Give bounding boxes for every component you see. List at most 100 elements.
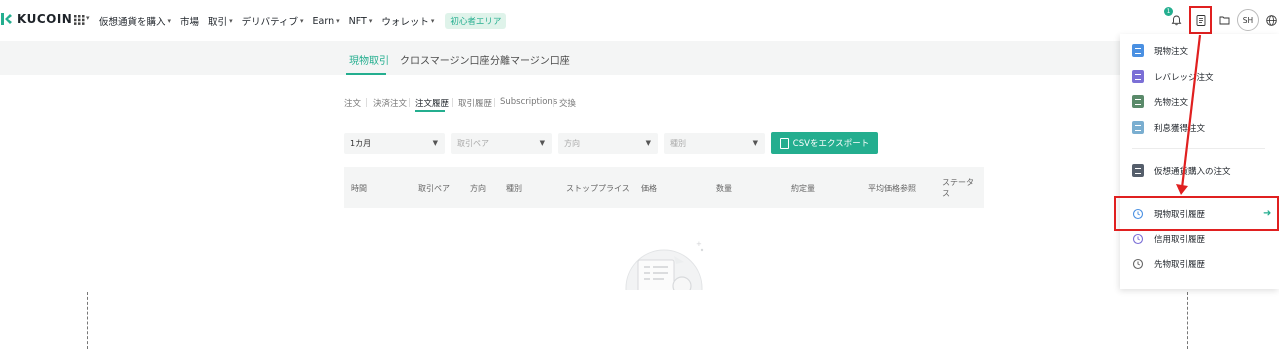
active-tab-indicator xyxy=(346,73,386,75)
nav-earn[interactable]: Earn ▾ xyxy=(313,16,340,27)
type-placeholder: 種別 xyxy=(670,139,686,148)
nav-buy-crypto[interactable]: 仮想通貨を購入 ▾ xyxy=(99,14,171,28)
column-header: ストッププライス xyxy=(566,184,630,193)
nav-label: 仮想通貨を購入 xyxy=(99,17,166,28)
empty-state-illustration: + xyxy=(625,240,704,290)
tab-divider xyxy=(452,98,453,107)
nav-label: 市場 xyxy=(180,17,200,28)
annotation-highlight-orders-icon xyxy=(1189,6,1212,34)
caret-down-icon: ▼ xyxy=(539,139,545,147)
nav-markets[interactable]: 市場 xyxy=(180,14,199,28)
apps-grid-icon[interactable] xyxy=(74,15,85,25)
menu-item-margin-orders[interactable]: レバレッジ注文 xyxy=(1132,70,1214,83)
futures-order-icon xyxy=(1132,95,1144,108)
column-header: 数量 xyxy=(716,184,732,193)
menu-item-label: 信用取引履歴 xyxy=(1154,235,1206,245)
menu-item-label: 先物取引履歴 xyxy=(1154,260,1206,270)
menu-item-buy-crypto-orders[interactable]: 仮想通貨購入の注文 xyxy=(1132,164,1231,177)
spot-order-icon xyxy=(1132,44,1144,57)
column-header: 方向 xyxy=(470,184,486,193)
menu-item-label: 現物注文 xyxy=(1154,46,1189,57)
chevron-down-icon: ▾ xyxy=(86,14,90,22)
bell-icon xyxy=(1171,15,1181,25)
tab-subscriptions[interactable]: Subscriptions xyxy=(500,97,557,107)
tab-trade-history[interactable]: 取引履歴 xyxy=(458,97,492,109)
tab-isolated-margin[interactable]: 分離マージン口座 xyxy=(490,52,570,67)
file-export-icon xyxy=(779,137,789,149)
orders-dropdown-menu: 現物注文 レバレッジ注文 先物注文 利息獲得注文 仮想通貨購入の注文 現物取引履… xyxy=(1120,34,1279,289)
nav-nft[interactable]: NFT ▾ xyxy=(349,16,373,27)
tab-spot-trading[interactable]: 現物取引 xyxy=(349,52,389,67)
trading-pair-select[interactable]: 取引ペア ▼ xyxy=(451,133,552,154)
column-header: 約定量 xyxy=(791,184,815,193)
active-tab-indicator xyxy=(415,110,445,112)
pair-placeholder: 取引ペア xyxy=(457,139,489,148)
orders-table-header: 時間 取引ペア 方向 種別 ストッププライス 価格 数量 約定量 平均価格参照 … xyxy=(344,167,984,208)
period-value: 1カ月 xyxy=(350,139,372,148)
tab-cross-margin[interactable]: クロスマージン口座 xyxy=(400,52,490,67)
menu-item-label: 利息獲得注文 xyxy=(1154,123,1206,134)
tab-divider xyxy=(409,98,410,107)
menu-divider xyxy=(1132,148,1265,149)
nav-derivatives[interactable]: デリバティブ ▾ xyxy=(242,14,304,28)
column-header: 取引ペア xyxy=(418,184,450,193)
menu-item-spot-orders[interactable]: 現物注文 xyxy=(1132,44,1188,57)
wallet-icon xyxy=(1219,16,1229,25)
menu-item-margin-history[interactable]: 信用取引履歴 xyxy=(1132,233,1205,245)
futures-history-clock-icon xyxy=(1132,258,1144,270)
period-select[interactable]: 1カ月 ▼ xyxy=(344,133,445,154)
kucoin-logo-icon xyxy=(1,13,12,25)
globe-icon xyxy=(1265,14,1277,26)
nav-label: 取引 xyxy=(208,17,228,28)
menu-item-futures-history[interactable]: 先物取引履歴 xyxy=(1132,258,1205,270)
assets-button[interactable] xyxy=(1213,9,1235,31)
column-header: 時間 xyxy=(351,184,367,193)
user-avatar[interactable]: SH xyxy=(1237,9,1259,31)
nav-wallet[interactable]: ウォレット ▾ xyxy=(381,14,434,28)
nav-label: ウォレット xyxy=(381,17,429,28)
export-csv-button[interactable]: CSVをエクスポート xyxy=(771,132,878,154)
notification-count-badge: 1 xyxy=(1164,7,1173,16)
type-select[interactable]: 種別 ▼ xyxy=(664,133,765,154)
language-button[interactable] xyxy=(1263,9,1279,31)
tab-order-history[interactable]: 注文履歴 xyxy=(415,97,449,109)
tab-orders[interactable]: 注文 xyxy=(344,97,361,109)
chevron-down-icon: ▾ xyxy=(167,17,172,25)
chevron-down-icon: ▾ xyxy=(336,17,340,25)
tab-divider xyxy=(366,98,367,107)
top-navbar: KUCOIN ▾ 仮想通貨を購入 ▾ 市場 取引 ▾ デリバティブ ▾ Earn ▾ N… xyxy=(0,0,1279,40)
tab-divider xyxy=(494,98,495,107)
nav-label: Earn xyxy=(312,15,335,27)
caret-down-icon: ▼ xyxy=(645,139,651,147)
kucoin-logo[interactable]: KUCOIN xyxy=(0,12,72,26)
page-divider-line xyxy=(1187,292,1188,349)
chevron-down-icon: ▾ xyxy=(368,17,373,25)
margin-history-clock-icon xyxy=(1132,233,1144,245)
buy-crypto-order-icon xyxy=(1132,164,1144,177)
caret-down-icon: ▼ xyxy=(752,139,758,147)
caret-down-icon: ▼ xyxy=(432,139,438,147)
tab-convert[interactable]: 交換 xyxy=(559,97,576,109)
side-placeholder: 方向 xyxy=(564,139,580,148)
beginner-zone-badge[interactable]: 初心者エリア xyxy=(445,13,507,29)
column-header: 平均価格参照 xyxy=(868,184,916,193)
column-header: ステータス xyxy=(942,178,974,198)
column-header: 価格 xyxy=(641,184,657,193)
brand-name: KUCOIN xyxy=(17,12,73,26)
menu-item-label: レバレッジ注文 xyxy=(1154,72,1214,83)
chevron-down-icon: ▾ xyxy=(430,17,435,25)
nav-trade[interactable]: 取引 ▾ xyxy=(208,14,233,28)
side-select[interactable]: 方向 ▼ xyxy=(558,133,658,154)
margin-order-icon xyxy=(1132,70,1144,83)
menu-item-futures-orders[interactable]: 先物注文 xyxy=(1132,95,1188,108)
main-nav: 仮想通貨を購入 ▾ 市場 取引 ▾ デリバティブ ▾ Earn ▾ NFT ▾ ウォレット… xyxy=(99,13,507,29)
export-csv-label: CSVをエクスポート xyxy=(792,139,870,149)
menu-item-label: 仮想通貨購入の注文 xyxy=(1154,166,1231,177)
tab-stop-orders[interactable]: 決済注文 xyxy=(373,97,407,109)
menu-item-earn-orders[interactable]: 利息獲得注文 xyxy=(1132,121,1205,134)
chevron-down-icon: ▾ xyxy=(229,17,233,25)
earn-order-icon xyxy=(1132,121,1144,134)
page-divider-line xyxy=(87,292,88,349)
svg-text:+: + xyxy=(696,240,702,248)
chevron-down-icon: ▾ xyxy=(300,17,304,25)
